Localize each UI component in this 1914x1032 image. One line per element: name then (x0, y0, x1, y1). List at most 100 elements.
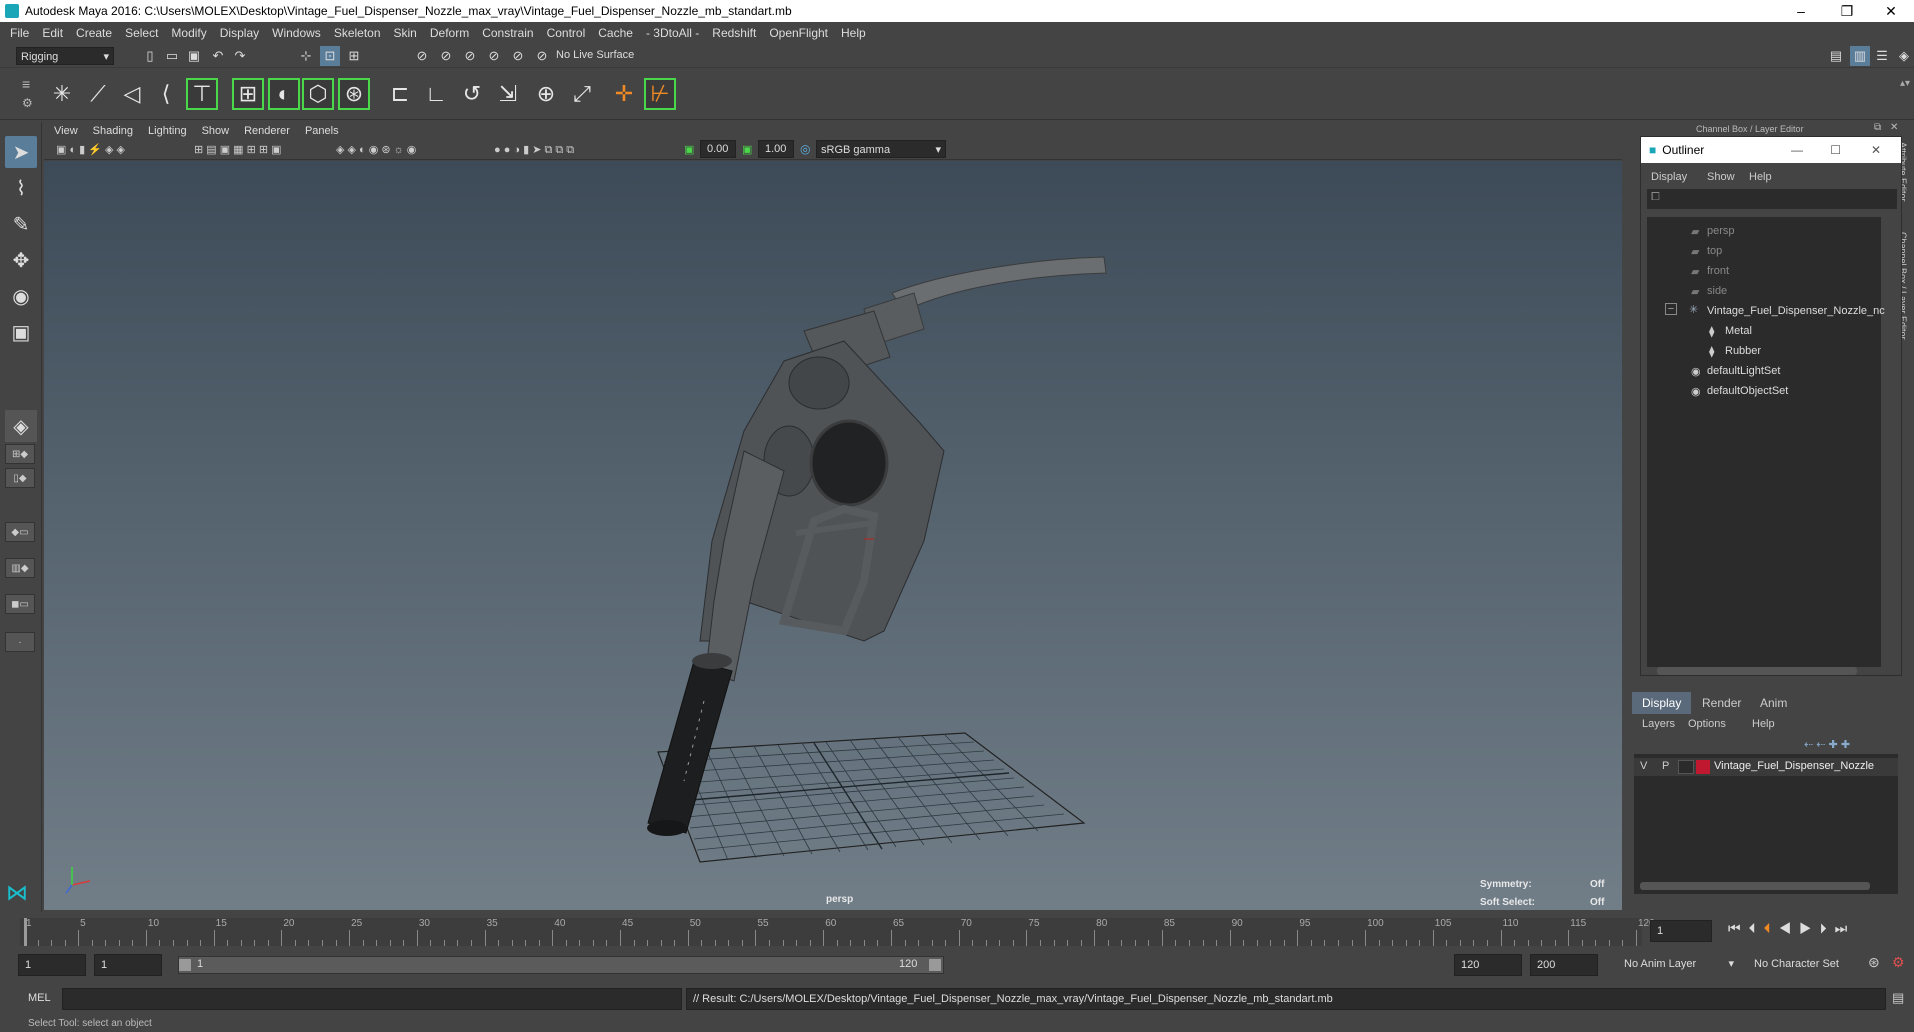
options-menu[interactable]: Options (1688, 718, 1726, 730)
script-persp-icon[interactable]: ◼▭ (5, 594, 35, 614)
aim-constraint-icon[interactable]: ⊕ (530, 78, 562, 110)
go-to-start-icon[interactable]: ⏮ (1728, 920, 1749, 936)
orient-joint-icon[interactable]: ⊤ (186, 78, 218, 110)
graph-persp-icon[interactable]: ◆▭ (5, 522, 35, 542)
preferences-icon[interactable]: ⚙ (1892, 954, 1905, 971)
outliner-item-persp[interactable]: persp (1707, 225, 1735, 237)
menu-edit[interactable]: Edit (42, 26, 63, 40)
snap-curve-icon[interactable]: ⊘ (436, 46, 456, 66)
snap-view-icon[interactable]: ⊘ (484, 46, 504, 66)
filter-icon[interactable]: ⧠ (1651, 191, 1660, 204)
open-scene-icon[interactable]: ▭ (162, 46, 182, 66)
layers-menu[interactable]: Layers (1642, 718, 1675, 730)
float-icon[interactable]: ⧉ (1874, 122, 1881, 133)
vp-menu-lighting[interactable]: Lighting (148, 125, 187, 137)
outliner-help-menu[interactable]: Help (1749, 171, 1772, 183)
lattice-icon[interactable]: ⬡ (302, 78, 334, 110)
single-view-icon[interactable]: ◈ (5, 410, 37, 442)
script-editor-icon[interactable]: ▤ (1892, 990, 1904, 1006)
outliner-show-menu[interactable]: Show (1707, 171, 1735, 183)
perspective-viewport[interactable]: persp Symmetry: Off Soft Select: Off (44, 161, 1622, 910)
vp-menu-view[interactable]: View (54, 125, 78, 137)
layer-scrollbar[interactable] (1640, 882, 1870, 890)
anim-layer-dropdown[interactable]: No Anim Layer ▾ (1620, 954, 1738, 976)
playback-end-field[interactable]: 120 (1454, 954, 1522, 976)
outliner-search-field[interactable] (1647, 189, 1897, 209)
layer-actions-icon[interactable]: ⇠ ⇠ ✚ ✚ (1804, 738, 1850, 751)
hik-icon[interactable]: ⊬ (644, 78, 676, 110)
undo-icon[interactable]: ↶ (208, 46, 228, 66)
script-language-label[interactable]: MEL (28, 992, 51, 1004)
exposure-field[interactable]: 0.00 (700, 140, 736, 158)
range-start-handle[interactable] (179, 959, 191, 971)
gamma-field[interactable]: 1.00 (758, 140, 794, 158)
new-scene-icon[interactable]: ▯ (140, 46, 160, 66)
layout-icon[interactable]: ▤ (1826, 46, 1846, 66)
menu-help[interactable]: Help (841, 26, 866, 40)
scale-tool-icon[interactable]: ▣ (5, 316, 37, 348)
menu-skin[interactable]: Skin (394, 26, 417, 40)
shading-mode-icon[interactable]: ◈ ◈ ◐ ◉ ⊛ ☼ ◉ (336, 143, 416, 156)
snap-grid-icon[interactable]: ⊘ (412, 46, 432, 66)
orient-constraint-icon[interactable]: ↺ (456, 78, 488, 110)
select-object-icon[interactable]: ⊡ (320, 46, 340, 66)
outliner-item-defaultlightset[interactable]: defaultLightSet (1707, 365, 1780, 377)
layer-type-toggle[interactable] (1678, 760, 1694, 774)
outliner-item-rubber[interactable]: Rubber (1725, 345, 1761, 357)
menu-constrain[interactable]: Constrain (482, 26, 533, 40)
color-space-dropdown[interactable]: sRGB gamma ▾ (816, 140, 946, 158)
point-constraint-icon[interactable]: ∟ (420, 78, 452, 110)
cluster-icon[interactable]: ⊛ (338, 78, 370, 110)
layer-row[interactable]: V P Vintage_Fuel_Dispenser_Nozzle (1634, 758, 1898, 776)
redo-icon[interactable]: ↷ (230, 46, 250, 66)
layer-name[interactable]: Vintage_Fuel_Dispenser_Nozzle (1714, 760, 1874, 772)
save-scene-icon[interactable]: ▣ (184, 46, 204, 66)
minimize-button[interactable]: – (1778, 0, 1824, 22)
shelf-settings-icon[interactable]: ⚙ (22, 96, 33, 110)
vp-menu-shading[interactable]: Shading (93, 125, 133, 137)
snap-point-icon[interactable]: ⊘ (460, 46, 480, 66)
insert-joint-icon[interactable]: ⟨ (150, 78, 182, 110)
tab-render[interactable]: Render (1692, 692, 1751, 714)
select-hierarchy-icon[interactable]: ⊹ (296, 46, 316, 66)
shelf-scroll-icon[interactable]: ▴▾ (1900, 78, 1910, 89)
camera-icon[interactable]: ▣ ◐ ▮ ⚡ ◈ ◈ (56, 143, 125, 156)
menu-openflight[interactable]: OpenFlight (769, 26, 828, 40)
menu-deform[interactable]: Deform (430, 26, 469, 40)
tab-anim[interactable]: Anim (1750, 692, 1797, 714)
command-input[interactable] (62, 988, 682, 1010)
shelf-menu-icon[interactable]: ≡ (22, 76, 30, 92)
menu-cache[interactable]: Cache (598, 26, 633, 40)
menu-3dtoall[interactable]: - 3DtoAll - (646, 26, 699, 40)
close-button[interactable]: ✕ (1868, 0, 1914, 22)
hypershade-icon[interactable]: ▥◆ (5, 558, 35, 578)
color-management-icon[interactable]: ◎ (800, 142, 810, 156)
collapse-icon[interactable]: − (1665, 303, 1677, 315)
outliner-item-defaultobjectset[interactable]: defaultObjectSet (1707, 385, 1788, 397)
menu-redshift[interactable]: Redshift (712, 26, 756, 40)
character-set-dropdown[interactable]: No Character Set (1750, 954, 1862, 976)
outliner-minimize-icon[interactable]: — (1791, 143, 1803, 157)
time-ruler[interactable]: 1 5 10 15 20 25 30 35 40 45 50 55 60 65 70 75 80 85 90 95 10… (20, 918, 1655, 946)
tool-settings-icon[interactable]: ◈ (1894, 46, 1914, 66)
play-back-icon[interactable]: ◀ (1779, 920, 1800, 936)
current-frame-field[interactable]: 1 (1650, 920, 1712, 942)
outliner-maximize-icon[interactable]: ☐ (1830, 143, 1841, 157)
outliner-display-menu[interactable]: Display (1651, 171, 1687, 183)
snap-surface-icon[interactable]: ⊘ (508, 46, 528, 66)
menu-display[interactable]: Display (220, 26, 259, 40)
menu-windows[interactable]: Windows (272, 26, 321, 40)
joint-tool-icon[interactable]: ✳ (46, 78, 78, 110)
isolate-icon[interactable]: ● ● ◑ ▮ ➤ ⧉ ⧉ ⧉ (494, 143, 574, 157)
layer-visibility-toggle[interactable]: V (1640, 760, 1647, 772)
select-tool-icon[interactable]: ➤ (5, 136, 37, 168)
parent-constraint-icon[interactable]: ⊏ (384, 78, 416, 110)
step-back-icon[interactable]: ⏴ (1764, 920, 1779, 936)
select-component-icon[interactable]: ⊞ (344, 46, 364, 66)
rotate-tool-icon[interactable]: ◉ (5, 280, 37, 312)
smooth-bind-icon[interactable]: ◐ (268, 78, 300, 110)
attribute-editor-icon[interactable]: ☰ (1872, 46, 1892, 66)
go-to-end-icon[interactable]: ⏭ (1835, 920, 1856, 936)
anim-end-field[interactable]: 200 (1530, 954, 1598, 976)
menu-create[interactable]: Create (76, 26, 112, 40)
